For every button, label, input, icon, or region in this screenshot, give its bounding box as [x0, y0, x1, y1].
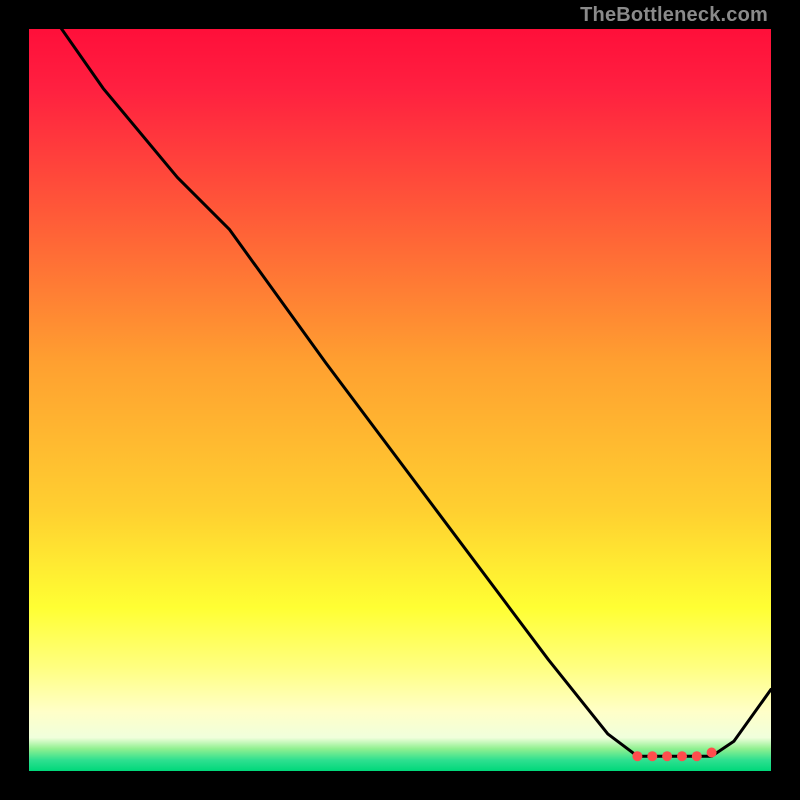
gradient-background: [29, 29, 771, 771]
marker-point: [647, 751, 657, 761]
marker-point: [707, 748, 717, 758]
marker-point: [692, 751, 702, 761]
marker-point: [662, 751, 672, 761]
chart-frame: TheBottleneck.com: [0, 0, 800, 800]
chart-svg: [29, 29, 771, 771]
marker-point: [677, 751, 687, 761]
marker-point: [632, 751, 642, 761]
watermark-text: TheBottleneck.com: [580, 4, 768, 27]
plot-area: [29, 29, 771, 771]
